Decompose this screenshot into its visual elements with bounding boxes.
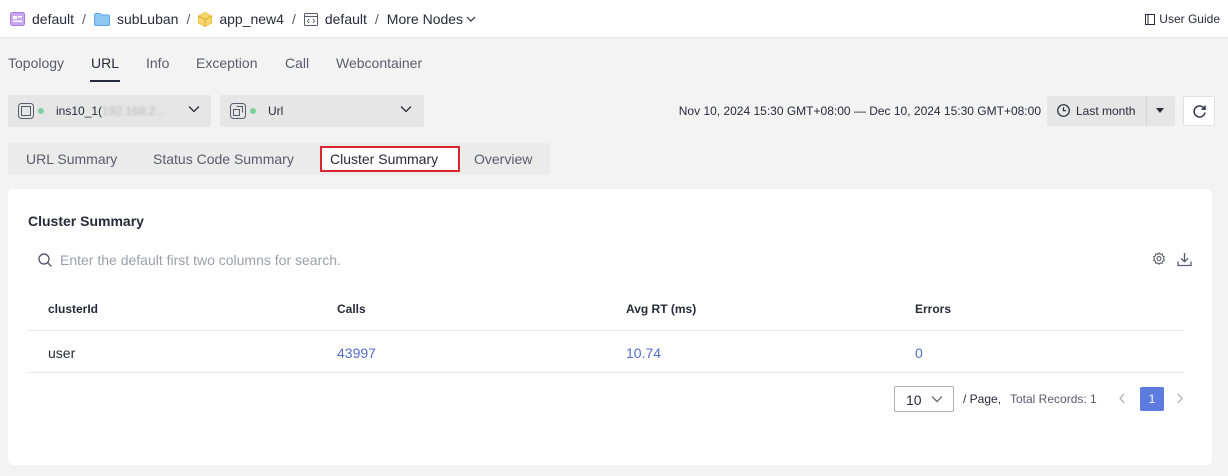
divider	[1146, 96, 1147, 126]
table-row-divider	[28, 372, 1184, 373]
type-select-value: Url	[268, 104, 284, 118]
time-range-text: Nov 10, 2024 15:30 GMT+08:00 — Dec 10, 2…	[678, 104, 1041, 118]
card-title: Cluster Summary	[28, 213, 144, 229]
download-icon[interactable]	[1177, 252, 1192, 267]
total-records: Total Records: 1	[1010, 392, 1097, 406]
main-tabs: Topology URL Info Exception Call Webcont…	[0, 38, 1228, 82]
breadcrumb-item-app[interactable]: default	[10, 11, 74, 27]
column-header-avg-rt[interactable]: Avg RT (ms)	[626, 302, 696, 316]
cell-errors-link[interactable]: 0	[915, 345, 923, 361]
breadcrumb-separator: /	[82, 11, 86, 27]
tab-url-summary[interactable]: URL Summary	[26, 151, 117, 167]
breadcrumb: default / subLuban / app_new4 / default …	[10, 0, 476, 38]
column-header-clusterid[interactable]: clusterId	[48, 302, 98, 316]
instance-icon	[18, 103, 34, 119]
more-nodes-dropdown[interactable]: More Nodes	[387, 11, 476, 27]
code-window-icon	[303, 12, 318, 26]
time-period-select[interactable]: Last month	[1047, 96, 1175, 126]
breadcrumb-separator: /	[291, 11, 296, 27]
page-size-select[interactable]: 10	[894, 386, 954, 412]
settings-gear-icon[interactable]	[1152, 252, 1166, 266]
cell-cluster-id: user	[48, 345, 76, 361]
cell-avg-rt-link[interactable]: 10.74	[626, 345, 661, 361]
folder-icon	[93, 12, 110, 26]
tab-webcontainer[interactable]: Webcontainer	[336, 55, 422, 71]
page-size-value: 10	[906, 392, 922, 408]
summary-tabs: URL Summary Status Code Summary Cluster …	[8, 143, 550, 175]
breadcrumb-label: default	[32, 11, 75, 27]
refresh-button[interactable]	[1183, 96, 1215, 126]
per-page-label: / Page,	[963, 392, 1002, 406]
chevron-down-icon	[931, 395, 943, 403]
breadcrumb-label: default	[324, 11, 367, 27]
app-window-icon	[10, 12, 25, 26]
table-header-divider	[28, 330, 1184, 331]
tab-exception[interactable]: Exception	[196, 55, 257, 71]
breadcrumb-item-environment[interactable]: default	[303, 11, 367, 27]
breadcrumb-separator: /	[186, 11, 191, 27]
user-guide-link[interactable]: User Guide	[1145, 0, 1220, 38]
breadcrumb-label: subLuban	[116, 11, 179, 27]
active-tab-indicator	[90, 80, 120, 82]
more-nodes-label: More Nodes	[386, 11, 464, 27]
cell-calls-link[interactable]: 43997	[337, 345, 376, 361]
type-select[interactable]: Url	[220, 95, 424, 127]
refresh-icon	[1192, 104, 1207, 119]
breadcrumb-label: app_new4	[219, 11, 284, 27]
tab-url[interactable]: URL	[91, 55, 119, 71]
chevron-down-icon	[188, 105, 200, 113]
chevron-left-icon[interactable]	[1118, 393, 1126, 404]
top-bar: default / subLuban / app_new4 / default …	[0, 0, 1228, 38]
caret-down-icon[interactable]	[1155, 107, 1165, 114]
instance-select[interactable]: ins10_1(192.168.2...	[8, 95, 211, 127]
url-icon	[230, 103, 246, 119]
status-dot	[38, 108, 44, 114]
chevron-down-icon	[400, 105, 412, 113]
tab-cluster-summary[interactable]: Cluster Summary	[330, 151, 438, 167]
search-box	[28, 244, 548, 276]
cube-icon	[198, 11, 213, 27]
instance-select-value: ins10_1(192.168.2...	[56, 104, 166, 118]
page-number-button[interactable]: 1	[1140, 387, 1164, 411]
column-header-errors[interactable]: Errors	[915, 302, 951, 316]
breadcrumb-item-folder[interactable]: subLuban	[93, 11, 179, 27]
tab-call[interactable]: Call	[285, 55, 309, 71]
status-dot	[250, 108, 256, 114]
breadcrumb-separator: /	[374, 11, 379, 27]
tab-topology[interactable]: Topology	[8, 55, 64, 71]
column-header-calls[interactable]: Calls	[337, 302, 366, 316]
chevron-right-icon[interactable]	[1176, 393, 1184, 404]
tab-overview[interactable]: Overview	[474, 151, 532, 167]
tab-info[interactable]: Info	[146, 55, 169, 71]
breadcrumb-item-component[interactable]: app_new4	[198, 11, 284, 27]
tab-status-code-summary[interactable]: Status Code Summary	[153, 151, 294, 167]
time-period-value: Last month	[1076, 104, 1136, 118]
search-icon	[38, 253, 53, 268]
user-guide-label: User Guide	[1159, 12, 1220, 26]
search-input[interactable]	[60, 250, 530, 270]
chevron-down-icon	[466, 15, 476, 23]
book-icon	[1145, 13, 1156, 25]
cluster-summary-card: Cluster Summary clusterId Calls Avg RT (…	[8, 189, 1212, 465]
clock-icon	[1057, 104, 1070, 117]
masked-ip: 192.168.2...	[102, 104, 166, 118]
